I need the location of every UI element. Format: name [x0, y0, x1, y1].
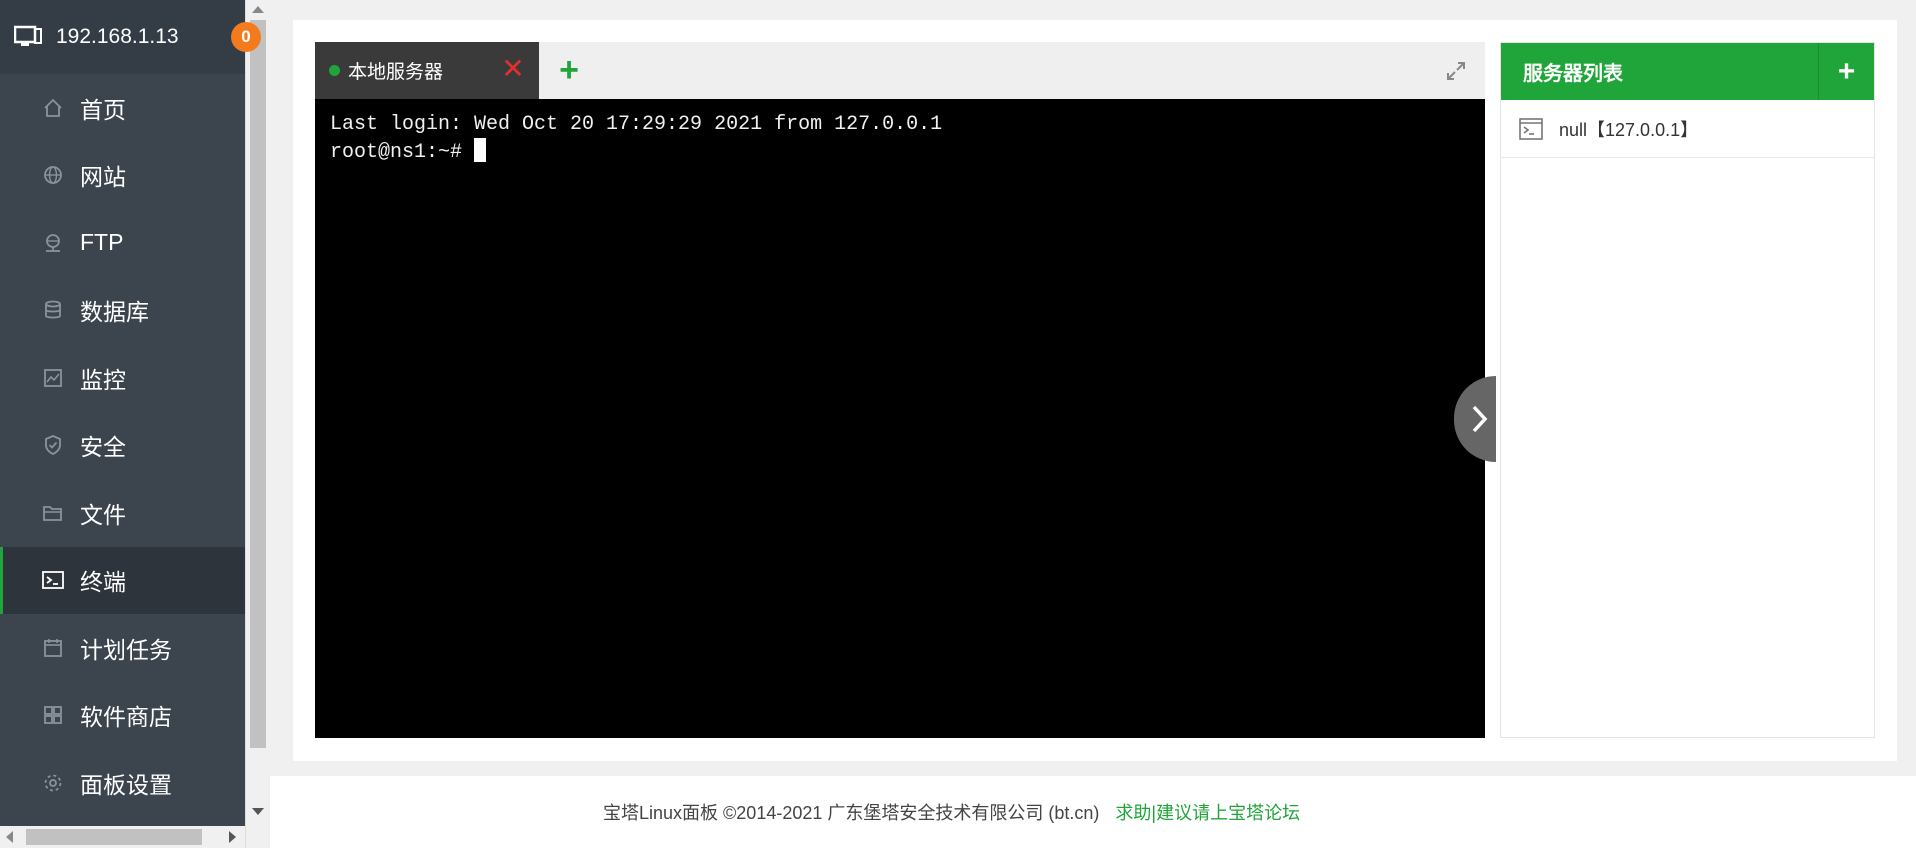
tab-local-server[interactable]: 本地服务器 ✕ — [315, 42, 539, 99]
menu-item-label: 软件商店 — [80, 704, 172, 731]
menu-item-security[interactable]: 安全 — [0, 412, 245, 480]
server-list-header: 服务器列表 + — [1501, 43, 1874, 100]
monitor-icon — [42, 367, 64, 389]
terminal-icon — [1519, 117, 1543, 140]
menu-item-label: 首页 — [80, 96, 126, 123]
menu-item-label: 数据库 — [80, 299, 149, 326]
menu-item-settings[interactable]: 面板设置 — [0, 749, 245, 817]
scroll-down-arrow-icon[interactable] — [252, 808, 264, 815]
sidebar: 192.168.1.13 首页 网站 FTP 数据库 监控 安全 文件 终端 计… — [0, 0, 245, 848]
scroll-right-arrow-icon[interactable] — [229, 831, 236, 843]
main-menu: 首页 网站 FTP 数据库 监控 安全 文件 终端 计划任务 软件商店 面板设置 — [0, 74, 245, 817]
gear-icon — [42, 772, 64, 794]
menu-item-label: 安全 — [80, 434, 126, 461]
terminal-output[interactable]: Last login: Wed Oct 20 17:29:29 2021 fro… — [315, 99, 1485, 738]
fullscreen-icon[interactable] — [1445, 60, 1467, 82]
connected-status-icon — [329, 65, 340, 76]
menu-item-label: 监控 — [80, 366, 126, 393]
menu-item-monitor[interactable]: 监控 — [0, 344, 245, 412]
menu-item-database[interactable]: 数据库 — [0, 277, 245, 345]
terminal-prompt-line: root@ns1:~# — [330, 138, 1470, 166]
menu-item-home[interactable]: 首页 — [0, 74, 245, 142]
globe-icon — [42, 164, 64, 186]
sidebar-header: 192.168.1.13 — [0, 0, 245, 74]
sidebar-vertical-scrollbar[interactable] — [245, 0, 269, 848]
scroll-up-arrow-icon[interactable] — [252, 6, 264, 13]
ftp-icon — [42, 232, 64, 254]
terminal-container: 本地服务器 ✕ + Last login: Wed Oct 20 17:29:2… — [315, 42, 1485, 738]
calendar-icon — [42, 637, 64, 659]
menu-item-label: 文件 — [80, 501, 126, 528]
menu-item-appstore[interactable]: 软件商店 — [0, 682, 245, 750]
menu-item-label: 面板设置 — [80, 771, 172, 798]
scroll-left-arrow-icon[interactable] — [6, 831, 13, 843]
add-tab-button[interactable]: + — [539, 42, 599, 99]
database-icon — [42, 299, 64, 321]
menu-item-terminal[interactable]: 终端 — [0, 546, 245, 614]
footer-copyright: 宝塔Linux面板 ©2014-2021 广东堡塔安全技术有限公司 (bt.cn… — [603, 803, 1100, 823]
menu-item-cron[interactable]: 计划任务 — [0, 614, 245, 682]
server-icon — [14, 25, 42, 49]
menu-item-label: 计划任务 — [80, 636, 172, 663]
tab-label: 本地服务器 — [348, 62, 444, 83]
sidebar-horizontal-scrollbar[interactable] — [0, 826, 245, 848]
footer: 宝塔Linux面板 ©2014-2021 广东堡塔安全技术有限公司 (bt.cn… — [270, 776, 1916, 848]
menu-item-ftp[interactable]: FTP — [0, 209, 245, 277]
chevron-right-icon — [1472, 405, 1488, 433]
shield-icon — [42, 434, 64, 456]
terminal-icon — [42, 569, 64, 591]
scrollbar-thumb[interactable] — [26, 829, 202, 845]
terminal-prompt: root@ns1:~# — [330, 141, 475, 164]
server-list-item-label: null【127.0.0.1】 — [1559, 119, 1699, 140]
close-tab-icon[interactable]: ✕ — [501, 55, 525, 83]
add-server-button[interactable]: + — [1818, 43, 1874, 100]
server-list-title: 服务器列表 — [1523, 63, 1623, 85]
menu-item-label: FTP — [80, 229, 124, 256]
forum-link[interactable]: 求助|建议请上宝塔论坛 — [1115, 799, 1300, 825]
terminal-cursor — [474, 138, 487, 162]
apps-icon — [42, 704, 64, 726]
home-icon — [42, 97, 64, 119]
scrollbar-thumb[interactable] — [250, 20, 266, 748]
host-address: 192.168.1.13 — [56, 25, 179, 48]
menu-item-label: 终端 — [80, 569, 126, 596]
server-list-panel: 服务器列表 + null【127.0.0.1】 — [1500, 42, 1875, 738]
menu-item-website[interactable]: 网站 — [0, 142, 245, 210]
server-list-item[interactable]: null【127.0.0.1】 — [1501, 100, 1874, 158]
menu-item-label: 网站 — [80, 164, 126, 191]
folder-icon — [42, 502, 64, 524]
terminal-line: Last login: Wed Oct 20 17:29:29 2021 fro… — [330, 113, 943, 136]
terminal-tab-bar: 本地服务器 ✕ + — [315, 42, 1485, 99]
menu-item-files[interactable]: 文件 — [0, 479, 245, 547]
notification-badge[interactable]: 0 — [231, 22, 261, 52]
